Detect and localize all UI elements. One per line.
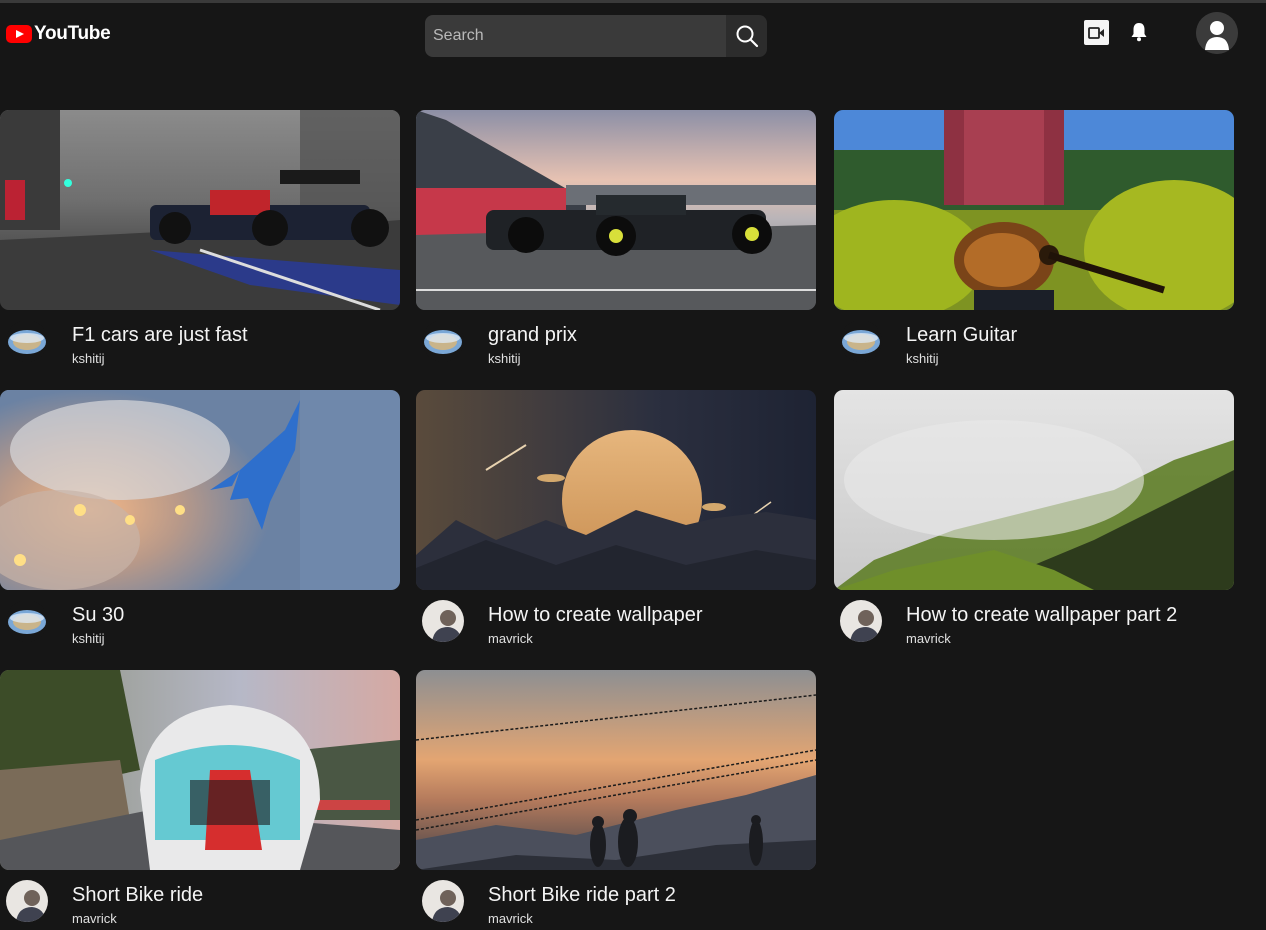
video-meta: Learn Guitar kshitij	[834, 310, 1234, 370]
channel-name[interactable]: kshitij	[72, 351, 105, 366]
search-icon	[736, 25, 758, 48]
video-meta: grand prix kshitij	[416, 310, 816, 370]
video-title[interactable]: grand prix	[488, 324, 577, 347]
video-card[interactable]: How to create wallpaper part 2 mavrick	[834, 390, 1234, 650]
youtube-logo[interactable]: YouTube	[6, 23, 111, 45]
youtube-logo-icon	[6, 25, 32, 43]
video-card[interactable]: Short Bike ride mavrick	[0, 670, 400, 930]
person-avatar-icon	[840, 600, 882, 642]
channel-avatar[interactable]	[840, 600, 882, 642]
globe-avatar-icon	[6, 320, 48, 362]
video-thumbnail[interactable]	[0, 390, 400, 590]
channel-name[interactable]: kshitij	[72, 631, 105, 646]
channel-name[interactable]: mavrick	[906, 631, 951, 646]
top-bar: YouTube	[0, 3, 1266, 67]
bell-icon	[1131, 23, 1147, 42]
notifications-button[interactable]	[1128, 20, 1150, 44]
video-title[interactable]: How to create wallpaper	[488, 604, 703, 627]
video-thumbnail[interactable]	[834, 390, 1234, 590]
video-card[interactable]: Su 30 kshitij	[0, 390, 400, 650]
channel-avatar[interactable]	[840, 320, 882, 362]
video-meta: How to create wallpaper mavrick	[416, 590, 816, 650]
create-video-button[interactable]	[1084, 20, 1109, 45]
channel-name[interactable]: kshitij	[488, 351, 521, 366]
video-card[interactable]: Learn Guitar kshitij	[834, 110, 1234, 370]
profile-button[interactable]	[1196, 12, 1238, 54]
channel-avatar[interactable]	[6, 600, 48, 642]
video-title[interactable]: Short Bike ride part 2	[488, 884, 676, 907]
globe-avatar-icon	[422, 320, 464, 362]
person-avatar-icon	[422, 880, 464, 922]
video-meta: Short Bike ride mavrick	[0, 870, 400, 930]
video-meta: Short Bike ride part 2 mavrick	[416, 870, 816, 930]
channel-avatar[interactable]	[422, 600, 464, 642]
profile-icon	[1196, 12, 1238, 54]
logo-text: YouTube	[34, 23, 111, 44]
globe-avatar-icon	[6, 600, 48, 642]
channel-name[interactable]: mavrick	[488, 631, 533, 646]
video-title[interactable]: F1 cars are just fast	[72, 324, 248, 347]
video-card[interactable]: Short Bike ride part 2 mavrick	[416, 670, 816, 930]
person-avatar-icon	[422, 600, 464, 642]
channel-name[interactable]: mavrick	[72, 911, 117, 926]
video-meta: Su 30 kshitij	[0, 590, 400, 650]
video-card[interactable]: F1 cars are just fast kshitij	[0, 110, 400, 370]
video-card[interactable]: grand prix kshitij	[416, 110, 816, 370]
video-thumbnail[interactable]	[834, 110, 1234, 310]
channel-avatar[interactable]	[422, 880, 464, 922]
video-title[interactable]: How to create wallpaper part 2	[906, 604, 1177, 627]
video-camera-icon	[1088, 26, 1104, 39]
channel-avatar[interactable]	[6, 880, 48, 922]
video-card[interactable]: How to create wallpaper mavrick	[416, 390, 816, 650]
search-button[interactable]	[726, 15, 767, 57]
video-title[interactable]: Su 30	[72, 604, 124, 627]
video-meta: How to create wallpaper part 2 mavrick	[834, 590, 1234, 650]
search-bar	[425, 15, 767, 57]
channel-avatar[interactable]	[422, 320, 464, 362]
video-title[interactable]: Short Bike ride	[72, 884, 203, 907]
video-meta: F1 cars are just fast kshitij	[0, 310, 400, 370]
video-thumbnail[interactable]	[0, 110, 400, 310]
channel-name[interactable]: mavrick	[488, 911, 533, 926]
globe-avatar-icon	[840, 320, 882, 362]
channel-name[interactable]: kshitij	[906, 351, 939, 366]
video-thumbnail[interactable]	[416, 390, 816, 590]
person-avatar-icon	[6, 880, 48, 922]
video-thumbnail[interactable]	[416, 110, 816, 310]
video-thumbnail[interactable]	[0, 670, 400, 870]
channel-avatar[interactable]	[6, 320, 48, 362]
video-thumbnail[interactable]	[416, 670, 816, 870]
search-input[interactable]	[425, 15, 726, 57]
video-title[interactable]: Learn Guitar	[906, 324, 1017, 347]
